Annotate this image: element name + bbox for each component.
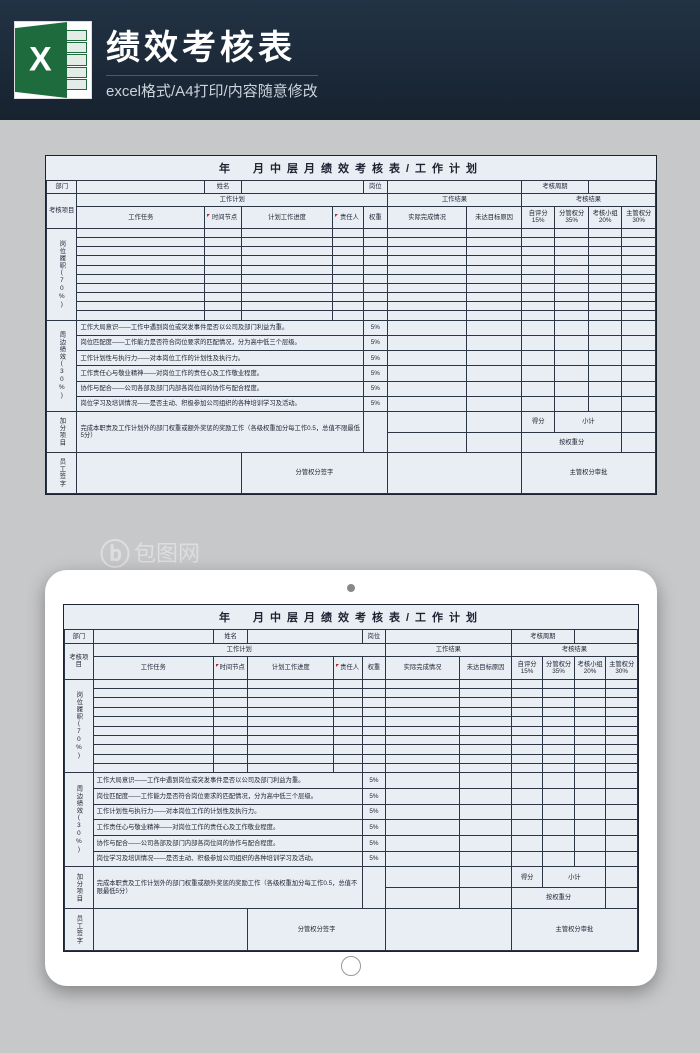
around-weight: 5% xyxy=(363,320,387,335)
lbl-dept: 部门 xyxy=(47,180,77,193)
section-emp: 员工签字 xyxy=(65,909,94,951)
section-duty: 岗位履职(70%) xyxy=(47,228,77,320)
col-task: 工作任务 xyxy=(77,206,205,228)
extra-desc: 完成本职责及工作计划外的部门权重或额外奖惩的奖励工作（各级权重加分每工作0.5，… xyxy=(77,412,363,453)
lbl-dept: 部门 xyxy=(65,630,94,643)
around-weight: 5% xyxy=(363,366,387,381)
around-weight: 5% xyxy=(363,396,387,411)
col-self: 自评分15% xyxy=(521,206,554,228)
col-actual: 实际完成情况 xyxy=(385,656,459,679)
assessment-table: 年 月中层月绩效考核表/工作计划 部门 姓名 岗位 考核周期 考核项目 工作计划… xyxy=(46,156,656,494)
lbl-cycle: 考核周期 xyxy=(511,630,574,643)
lbl-score2: 得分 xyxy=(521,412,554,432)
lbl-score: 考核结果 xyxy=(511,643,637,656)
lbl-eval-item: 考核项目 xyxy=(47,193,77,228)
around-desc: 协作与配合——公司各部及部门内部各岗位间的协作与配合程度。 xyxy=(77,381,363,396)
col-mgr: 分管权分35% xyxy=(555,206,588,228)
lbl-subtotal: 小计 xyxy=(543,867,606,888)
excel-icon: X xyxy=(14,21,92,99)
lbl-plan: 工作计划 xyxy=(93,643,385,656)
col-actual: 实际完成情况 xyxy=(388,206,467,228)
section-extra: 加分项目 xyxy=(47,412,77,453)
col-self: 自评分15% xyxy=(511,656,543,679)
assessment-table: 年 月中层月绩效考核表/工作计划 部门 姓名 岗位 考核周期 考核项目 工作计划… xyxy=(64,605,638,951)
lbl-score: 考核结果 xyxy=(521,193,655,206)
col-owner: 责任人 xyxy=(333,206,363,228)
around-desc: 岗位学习及培训情况——是否主动、积极参加公司组织的各种培训学习及活动。 xyxy=(93,851,362,867)
col-progress: 计划工作进度 xyxy=(248,656,334,679)
lbl-name: 姓名 xyxy=(205,180,242,193)
around-desc: 岗位匹配度——工作能力是否符合岗位要求的匹配情况，分为高中低三个层级。 xyxy=(77,335,363,350)
lbl-final: 按权重分 xyxy=(521,432,621,452)
col-task: 工作任务 xyxy=(93,656,213,679)
col-sub: 考核小组20% xyxy=(574,656,606,679)
lbl-name: 姓名 xyxy=(213,630,247,643)
col-miss: 未达目标原因 xyxy=(467,206,522,228)
lbl-mgr-sign: 分管权分签字 xyxy=(241,452,387,493)
around-desc: 工作大局意识——工作中遇到岗位或突发事件是否以公司及部门利益为重。 xyxy=(77,320,363,335)
lbl-post: 岗位 xyxy=(363,180,387,193)
lbl-subtotal: 小计 xyxy=(555,412,622,432)
around-desc: 工作责任心与敬业精神——对岗位工作的责任心及工作敬业程度。 xyxy=(93,820,362,836)
section-extra: 加分项目 xyxy=(65,867,94,909)
around-weight: 5% xyxy=(362,804,385,820)
around-weight: 5% xyxy=(362,773,385,789)
section-emp: 员工签字 xyxy=(47,452,77,493)
around-weight: 5% xyxy=(362,851,385,867)
lbl-post: 岗位 xyxy=(362,630,385,643)
lbl-final: 按权重分 xyxy=(511,888,606,909)
section-duty: 岗位履职(70%) xyxy=(65,679,94,773)
watermark: ⓑ包图网 xyxy=(100,530,200,574)
lbl-result: 工作结果 xyxy=(385,643,511,656)
lbl-score2: 得分 xyxy=(511,867,543,888)
col-owner: 责任人 xyxy=(334,656,363,679)
col-mgr: 分管权分35% xyxy=(543,656,575,679)
spreadsheet-preview-top: 年 月中层月绩效考核表/工作计划 部门 姓名 岗位 考核周期 考核项目 工作计划… xyxy=(45,155,657,495)
around-weight: 5% xyxy=(362,820,385,836)
around-desc: 协作与配合——公司各部及部门内部各岗位间的协作与配合程度。 xyxy=(93,835,362,851)
lbl-mgr-sign: 分管权分签字 xyxy=(248,909,385,951)
section-around: 周边绩效(30%) xyxy=(65,773,94,867)
col-weight: 权重 xyxy=(362,656,385,679)
around-desc: 岗位学习及培训情况——是否主动、积极参加公司组织的各种培训学习及活动。 xyxy=(77,396,363,411)
around-weight: 5% xyxy=(362,835,385,851)
lbl-boss-sign: 主管权分审批 xyxy=(511,909,637,951)
lbl-eval-item: 考核项目 xyxy=(65,643,94,679)
col-boss: 主管权分30% xyxy=(606,656,638,679)
around-desc: 工作大局意识——工作中遇到岗位或突发事件是否以公司及部门利益为重。 xyxy=(93,773,362,789)
around-weight: 5% xyxy=(362,789,385,805)
col-time: 时间节点 xyxy=(205,206,242,228)
around-weight: 5% xyxy=(363,351,387,366)
around-weight: 5% xyxy=(363,381,387,396)
around-desc: 岗位匹配度——工作能力是否符合岗位要求的匹配情况，分为高中低三个层级。 xyxy=(93,789,362,805)
col-boss: 主管权分30% xyxy=(622,206,656,228)
extra-desc: 完成本职责及工作计划外的部门权重或额外奖惩的奖励工作（各级权重加分每工作0.5，… xyxy=(93,867,362,909)
excel-icon-letter: X xyxy=(29,41,52,80)
around-desc: 工作计划性与执行力——对本岗位工作的计划性及执行力。 xyxy=(77,351,363,366)
section-around: 周边绩效(30%) xyxy=(47,320,77,412)
col-progress: 计划工作进度 xyxy=(241,206,332,228)
around-weight: 5% xyxy=(363,335,387,350)
col-sub: 考核小组20% xyxy=(588,206,621,228)
sheet-title: 年 月中层月绩效考核表/工作计划 xyxy=(65,605,638,630)
tablet-frame: 年 月中层月绩效考核表/工作计划 部门 姓名 岗位 考核周期 考核项目 工作计划… xyxy=(45,570,657,986)
around-desc: 工作计划性与执行力——对本岗位工作的计划性及执行力。 xyxy=(93,804,362,820)
lbl-boss-sign: 主管权分审批 xyxy=(521,452,655,493)
col-miss: 未达目标原因 xyxy=(460,656,512,679)
spreadsheet-preview-bottom: 年 月中层月绩效考核表/工作计划 部门 姓名 岗位 考核周期 考核项目 工作计划… xyxy=(63,604,639,952)
page-title: 绩效考核表 xyxy=(106,20,318,69)
lbl-result: 工作结果 xyxy=(388,193,522,206)
col-weight: 权重 xyxy=(363,206,387,228)
col-time: 时间节点 xyxy=(213,656,247,679)
lbl-plan: 工作计划 xyxy=(77,193,388,206)
page-subtitle: excel格式/A4打印/内容随意修改 xyxy=(106,75,318,101)
sheet-title: 年 月中层月绩效考核表/工作计划 xyxy=(47,156,656,180)
page-header: X 绩效考核表 excel格式/A4打印/内容随意修改 xyxy=(0,0,700,120)
lbl-cycle: 考核周期 xyxy=(521,180,588,193)
around-desc: 工作责任心与敬业精神——对岗位工作的责任心及工作敬业程度。 xyxy=(77,366,363,381)
